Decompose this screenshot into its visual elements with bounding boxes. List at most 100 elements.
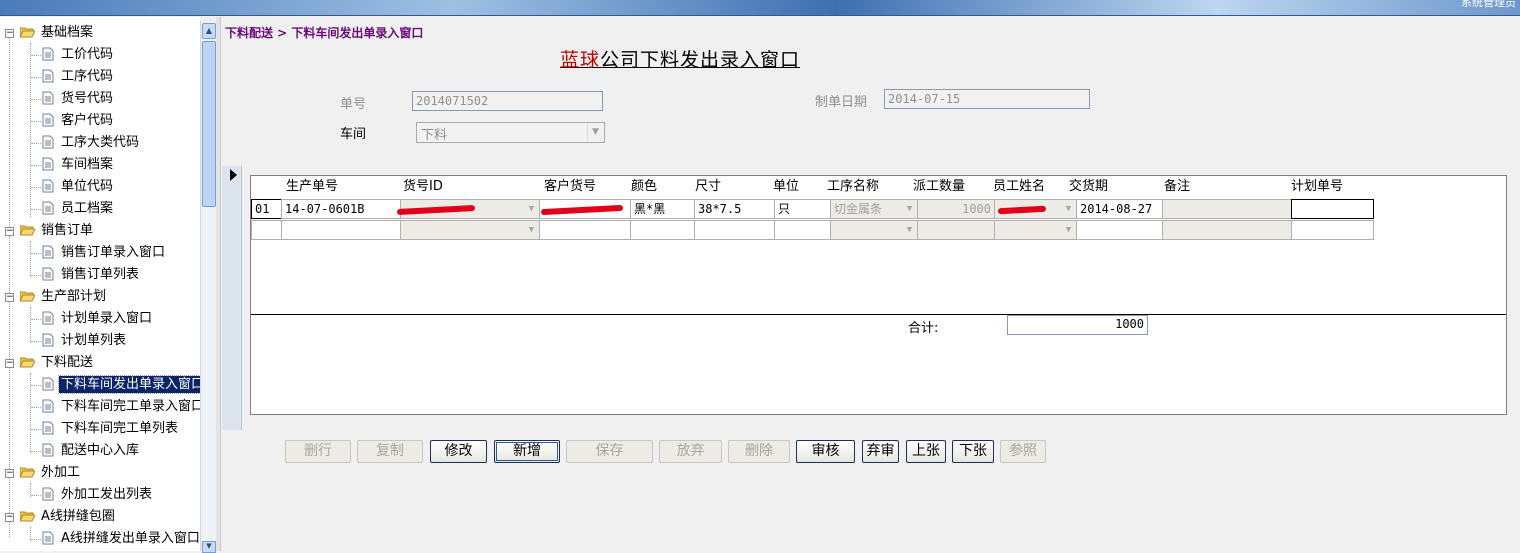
current-user: 系统管理员 xyxy=(1461,0,1516,9)
document-icon xyxy=(42,267,54,281)
customer-goods-cell[interactable] xyxy=(539,220,631,240)
tree-item-wage-code[interactable]: 工价代码 xyxy=(42,45,115,65)
goods-id-cell[interactable]: ▼ xyxy=(400,220,540,240)
delete-row-button[interactable]: 删行 xyxy=(285,440,351,463)
remark-cell[interactable] xyxy=(1162,199,1292,219)
qty-cell[interactable]: 1000 xyxy=(917,199,995,219)
unit-cell[interactable] xyxy=(774,220,831,240)
reference-button[interactable]: 参照 xyxy=(1000,440,1046,463)
breadcrumb[interactable]: 下料配送 > 下料车间发出单录入窗口 xyxy=(225,24,423,41)
chevron-down-icon[interactable]: ▼ xyxy=(587,124,603,141)
page-title: 蓝球公司下料发出录入窗口 xyxy=(560,49,801,71)
workshop-select[interactable]: 下料 ▼ xyxy=(416,122,605,143)
tree-item-unit-code[interactable]: 单位代码 xyxy=(42,177,115,197)
delivery-cell[interactable] xyxy=(1076,220,1163,240)
scroll-thumb[interactable] xyxy=(202,41,216,207)
splitter[interactable] xyxy=(216,17,221,551)
plan-no-cell[interactable] xyxy=(1291,220,1374,240)
edit-button[interactable]: 修改 xyxy=(430,440,487,463)
folder-open-icon xyxy=(20,357,35,368)
tree-group-production-plan[interactable]: 生产部计划 xyxy=(20,287,108,307)
process-cell[interactable]: ▼ xyxy=(830,220,918,240)
nav-tree: − 基础档案 工价代码 工序代码 货号代码 客户代码 工序大类代码 车间档案 单… xyxy=(0,17,200,551)
document-icon xyxy=(42,531,54,545)
document-icon xyxy=(42,245,54,259)
prev-button[interactable]: 上张 xyxy=(906,440,946,463)
collapse-toggle-icon[interactable]: − xyxy=(5,227,14,236)
tree-group-outsourcing[interactable]: 外加工 xyxy=(20,463,82,483)
next-button[interactable]: 下张 xyxy=(952,440,994,463)
col-header-unit: 单位 xyxy=(773,179,800,194)
tree-item-customer-code[interactable]: 客户代码 xyxy=(42,111,115,131)
order-no-field[interactable]: 2014071502 xyxy=(412,91,603,111)
top-banner: 系统管理员 xyxy=(0,0,1520,16)
order-no-label: 单号 xyxy=(340,97,367,112)
current-row-arrow-icon xyxy=(230,169,237,181)
plan-no-cell[interactable] xyxy=(1291,199,1374,219)
employee-cell[interactable]: ▼ xyxy=(994,220,1077,240)
size-cell[interactable] xyxy=(694,220,775,240)
chevron-down-icon[interactable]: ▼ xyxy=(524,200,539,218)
color-cell[interactable]: 黑*黑 xyxy=(630,199,695,219)
collapse-toggle-icon[interactable]: − xyxy=(5,469,14,478)
add-button[interactable]: 新增 xyxy=(494,440,560,463)
unaudit-button[interactable]: 弃审 xyxy=(862,440,899,463)
chevron-down-icon[interactable]: ▼ xyxy=(902,200,917,218)
delete-button[interactable]: 删除 xyxy=(728,440,790,463)
process-cell[interactable]: 切金属条 ▼ xyxy=(830,199,918,219)
tree-item-process-category[interactable]: 工序大类代码 xyxy=(42,133,141,153)
tree-item-cutting-issue-entry[interactable]: 下料车间发出单录入窗口 xyxy=(42,375,200,395)
delivery-cell[interactable]: 2014-08-27 xyxy=(1076,199,1163,219)
audit-button[interactable]: 审核 xyxy=(796,440,855,463)
collapse-toggle-icon[interactable]: − xyxy=(5,29,14,38)
qty-cell[interactable] xyxy=(917,220,995,240)
save-button[interactable]: 保存 xyxy=(566,440,653,463)
copy-button[interactable]: 复制 xyxy=(357,440,423,463)
tree-group-a-line-seam[interactable]: A线拼缝包圈 xyxy=(20,507,117,527)
prod-no-cell[interactable]: 14-07-0601B xyxy=(281,199,401,219)
document-icon xyxy=(42,377,54,391)
color-cell[interactable] xyxy=(630,220,695,240)
folder-open-icon xyxy=(20,511,35,522)
tree-item-outsourcing-list[interactable]: 外加工发出列表 xyxy=(42,485,154,505)
date-field[interactable]: 2014-07-15 xyxy=(884,89,1090,109)
remark-cell[interactable] xyxy=(1162,220,1292,240)
tree-item-employee-files[interactable]: 员工档案 xyxy=(42,199,115,219)
collapse-toggle-icon[interactable]: − xyxy=(5,293,14,302)
tree-group-basic-files[interactable]: 基础档案 xyxy=(20,23,95,43)
document-icon xyxy=(42,201,54,215)
col-header-prod-no: 生产单号 xyxy=(286,179,339,194)
tree-item-plan-entry[interactable]: 计划单录入窗口 xyxy=(42,309,154,329)
row-number xyxy=(251,220,282,240)
tree-item-sales-order-list[interactable]: 销售订单列表 xyxy=(42,265,141,285)
prod-no-cell[interactable] xyxy=(281,220,401,240)
tree-group-sales-orders[interactable]: 销售订单 xyxy=(20,221,95,241)
scroll-up-icon[interactable]: ▲ xyxy=(202,23,216,39)
scroll-down-icon[interactable]: ▼ xyxy=(202,541,216,553)
tree-item-sales-order-entry[interactable]: 销售订单录入窗口 xyxy=(42,243,167,263)
tree-item-plan-list[interactable]: 计划单列表 xyxy=(42,331,128,351)
unit-cell[interactable]: 只 xyxy=(774,199,831,219)
size-cell[interactable]: 38*7.5 xyxy=(694,199,775,219)
tree-group-cutting-delivery[interactable]: 下料配送 xyxy=(20,353,95,373)
detail-grid: 生产单号 货号ID 客户货号 颜色 尺寸 单位 工序名称 派工数量 员工姓名 交… xyxy=(250,175,1507,415)
tree-scrollbar[interactable]: ▲ ▼ xyxy=(200,21,216,553)
tree-item-cutting-complete-list[interactable]: 下料车间完工单列表 xyxy=(42,419,180,439)
chevron-down-icon[interactable]: ▼ xyxy=(524,221,539,239)
tree-item-cutting-complete-entry[interactable]: 下料车间完工单录入窗口 xyxy=(42,397,200,417)
chevron-down-icon[interactable]: ▼ xyxy=(1061,221,1076,239)
discard-button[interactable]: 放弃 xyxy=(659,440,722,463)
total-value: 1000 xyxy=(1007,315,1148,335)
tree-item-goods-code[interactable]: 货号代码 xyxy=(42,89,115,109)
col-header-employee: 员工姓名 xyxy=(993,179,1046,194)
chevron-down-icon[interactable]: ▼ xyxy=(902,221,917,239)
tree-item-process-code[interactable]: 工序代码 xyxy=(42,67,115,87)
document-icon xyxy=(42,443,54,457)
col-header-customer-goods: 客户货号 xyxy=(544,179,597,194)
tree-item-a-line-issue-entry[interactable]: A线拼缝发出单录入窗口 xyxy=(42,529,200,549)
collapse-toggle-icon[interactable]: − xyxy=(5,513,14,522)
tree-item-workshop-files[interactable]: 车间档案 xyxy=(42,155,115,175)
tree-item-distribution-warehousing[interactable]: 配送中心入库 xyxy=(42,441,141,461)
collapse-toggle-icon[interactable]: − xyxy=(5,359,14,368)
chevron-down-icon[interactable]: ▼ xyxy=(1061,200,1076,218)
